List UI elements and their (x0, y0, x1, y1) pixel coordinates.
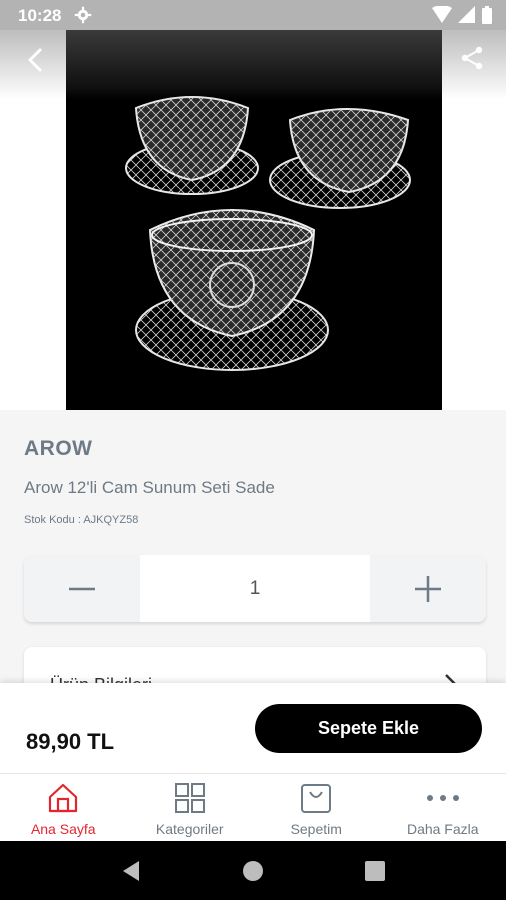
tab-categories[interactable]: Kategoriler (127, 774, 254, 841)
bag-icon (301, 784, 332, 813)
signal-icon (458, 6, 475, 23)
increase-button[interactable] (370, 555, 486, 622)
decrease-button[interactable] (24, 555, 140, 622)
tab-cart[interactable]: Sepetim (253, 774, 380, 841)
home-icon (49, 783, 78, 813)
stock-code: Stok Kodu : AJKQYZ58 (24, 514, 139, 526)
nav-home-button[interactable] (238, 856, 268, 886)
status-time: 10:28 (18, 6, 62, 25)
tab-label: Ana Sayfa (30, 821, 96, 837)
bottom-tab-bar: Ana Sayfa Kategoriler Sepetim Daha Fazla (0, 773, 506, 841)
grid-icon (174, 783, 205, 813)
wifi-icon (432, 6, 452, 23)
square-recents-icon (365, 860, 385, 881)
nav-back-button[interactable] (116, 856, 146, 886)
product-image-area (0, 30, 506, 410)
tab-label: Sepetim (290, 821, 342, 837)
tab-label: Daha Fazla (406, 821, 479, 837)
gear-icon (74, 6, 92, 24)
back-icon[interactable] (22, 46, 50, 74)
product-brand: AROW (24, 437, 93, 460)
tab-home[interactable]: Ana Sayfa (0, 774, 127, 841)
quantity-value[interactable]: 1 (140, 555, 370, 622)
product-name: Arow 12'li Cam Sunum Seti Sade (24, 478, 275, 497)
tab-label: Kategoriler (155, 821, 224, 837)
price-bar: 89,90 TL Sepete Ekle (0, 683, 506, 773)
triangle-back-icon (123, 860, 139, 881)
tab-more[interactable]: Daha Fazla (380, 774, 506, 841)
minus-icon (69, 587, 95, 590)
system-nav-bar (0, 841, 506, 900)
product-photo[interactable] (66, 30, 442, 410)
share-icon[interactable] (460, 46, 484, 70)
product-price: 89,90 TL (26, 729, 115, 754)
more-icon (426, 795, 459, 801)
battery-icon (482, 6, 492, 24)
nav-recents-button[interactable] (360, 856, 390, 886)
circle-home-icon (243, 860, 263, 881)
add-to-cart-button[interactable]: Sepete Ekle (255, 704, 482, 753)
system-icons (432, 6, 492, 24)
quantity-stepper: 1 (24, 555, 486, 622)
glass-bowls-image (125, 96, 411, 371)
status-bar: 10:28 (0, 0, 506, 30)
plus-icon (415, 575, 441, 602)
